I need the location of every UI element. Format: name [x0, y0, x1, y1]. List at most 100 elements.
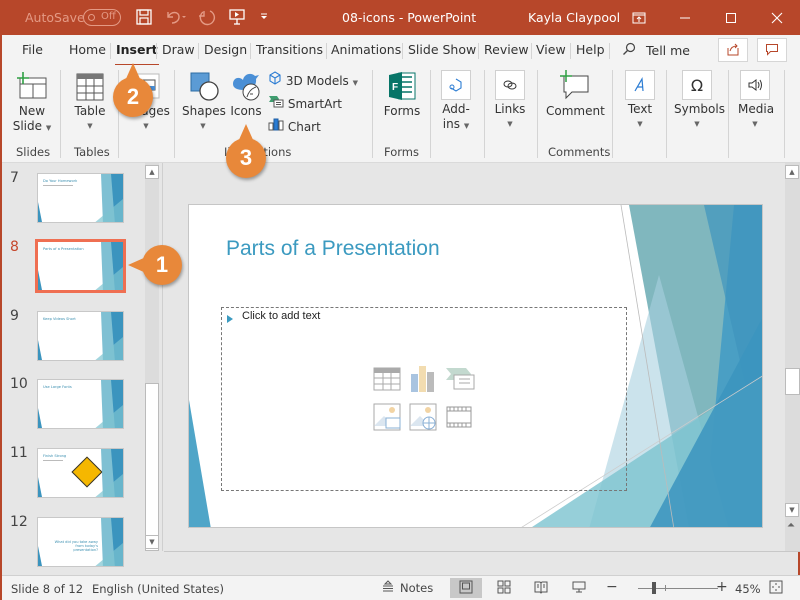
new-comment-button[interactable]: Comment	[546, 70, 605, 119]
scroll-up-arrow-icon[interactable]: ▲	[145, 165, 159, 179]
media-button[interactable]: Media ▼	[738, 70, 774, 132]
3d-models-button[interactable]: 3D Models ▼	[268, 71, 358, 91]
slide-title[interactable]: Parts of a Presentation	[226, 237, 440, 261]
slide-sorter-button[interactable]	[488, 578, 520, 598]
editor-scrollbar[interactable]: ▲ ▼ ⏶	[785, 163, 800, 551]
zoom-out-button[interactable]: −	[606, 579, 618, 595]
tab-insert[interactable]: Insert	[115, 42, 159, 67]
chart-button[interactable]: Chart	[268, 117, 321, 135]
user-name[interactable]: Kayla Claypool	[528, 10, 620, 25]
tab-home[interactable]: Home	[69, 42, 106, 57]
close-icon[interactable]	[754, 0, 800, 35]
normal-view-button[interactable]	[450, 578, 482, 598]
zoom-level[interactable]: 45%	[735, 582, 761, 596]
tab-file[interactable]: File	[22, 42, 43, 57]
previous-slide-icon[interactable]: ⏶	[787, 520, 795, 531]
slide-number: 9	[10, 308, 19, 324]
zoom-in-button[interactable]: +	[716, 579, 728, 595]
share-button[interactable]	[718, 38, 748, 62]
slide-thumbnail-7[interactable]: Do Your Homework	[37, 173, 124, 223]
slide-number: 10	[10, 376, 28, 392]
smartart-icon	[268, 96, 284, 111]
callout-2: 2	[113, 63, 153, 117]
slide-number: 11	[10, 445, 28, 461]
group-label-slides: Slides	[16, 145, 51, 159]
maximize-icon[interactable]	[708, 0, 754, 35]
tab-draw[interactable]: Draw	[162, 42, 195, 57]
document-title: 08-icons - PowerPoint	[342, 10, 477, 25]
insert-chart-icon[interactable]	[408, 364, 438, 392]
thumbnail-scrollbar[interactable]: ▲ ▼	[145, 163, 159, 551]
minimize-icon[interactable]	[662, 0, 708, 35]
slide-show-button[interactable]	[563, 578, 595, 598]
links-button[interactable]: Links ▼	[494, 70, 526, 132]
notes-icon	[382, 580, 394, 595]
scrollbar-thumb[interactable]	[145, 383, 159, 551]
callout-3: 3	[226, 124, 266, 178]
zoom-slider-thumb[interactable]	[651, 582, 656, 594]
new-slide-button[interactable]: New Slide ▼	[12, 70, 52, 136]
bullet-icon	[227, 315, 233, 323]
slide-thumbnail-11[interactable]: Finish Strong	[37, 448, 124, 498]
tab-slide-show[interactable]: Slide Show	[408, 42, 476, 57]
slide-thumbnail-12[interactable]: What did you take away from today's pres…	[37, 517, 124, 567]
editor-scrollbar-thumb[interactable]	[785, 368, 800, 395]
speaker-icon	[740, 70, 770, 100]
text-icon	[625, 70, 655, 100]
tab-animations[interactable]: Animations	[331, 42, 401, 57]
forms-button[interactable]: F Forms	[382, 70, 422, 119]
slide-thumbnail-8[interactable]: Parts of a Presentation	[35, 239, 126, 293]
redo-icon[interactable]	[198, 8, 216, 26]
slide-number: 12	[10, 514, 28, 530]
search-icon	[622, 42, 636, 59]
add-ins-button[interactable]: Add- ins ▼	[440, 70, 472, 134]
zoom-slider[interactable]	[638, 588, 718, 589]
comment-icon	[765, 41, 779, 60]
new-slide-icon	[12, 70, 52, 104]
current-slide[interactable]: Parts of a Presentation Click to add tex…	[188, 204, 763, 528]
slide-sorter-icon	[497, 580, 511, 597]
present-from-beginning-icon[interactable]	[228, 8, 246, 26]
slide-thumbnail-9[interactable]: Keep Videos Short	[37, 311, 124, 361]
powerpoint-window: AutoSave Off 08-icons - PowerPoint Kayla…	[0, 0, 800, 600]
insert-picture-icon[interactable]	[372, 402, 402, 431]
slide-number: 7	[10, 170, 19, 186]
symbols-button[interactable]: Ω Symbols ▼	[674, 70, 725, 132]
tab-help[interactable]: Help	[576, 42, 605, 57]
tab-review[interactable]: Review	[484, 42, 529, 57]
comments-button[interactable]	[757, 38, 787, 62]
chart-icon	[268, 118, 284, 134]
smartart-button[interactable]: SmartArt	[268, 94, 342, 112]
scroll-down-arrow-icon[interactable]: ▼	[785, 503, 799, 517]
scroll-down-arrow-icon[interactable]: ▼	[145, 535, 159, 549]
ribbon-display-options-icon[interactable]	[616, 0, 662, 35]
tab-design[interactable]: Design	[204, 42, 247, 57]
slide-indicator: Slide 8 of 12	[11, 582, 84, 596]
icons-button[interactable]: Icons	[228, 70, 264, 119]
share-icon	[726, 41, 740, 60]
customize-qat-icon[interactable]	[259, 11, 277, 29]
save-icon[interactable]	[135, 8, 153, 26]
tab-view[interactable]: View	[536, 42, 566, 57]
undo-icon[interactable]	[164, 8, 186, 26]
table-button[interactable]: Table ▼	[72, 70, 108, 134]
reading-view-button[interactable]	[525, 578, 557, 598]
slide-thumbnail-10[interactable]: Use Large Fonts	[37, 379, 124, 429]
insert-smartart-icon[interactable]	[444, 366, 475, 392]
notes-button[interactable]: Notes	[382, 580, 433, 595]
add-ins-icon	[441, 70, 471, 100]
insert-video-icon[interactable]	[444, 404, 474, 430]
insert-table-icon[interactable]	[372, 366, 402, 392]
tab-transitions[interactable]: Transitions	[256, 42, 323, 57]
content-placeholder[interactable]: Click to add text	[221, 307, 627, 491]
autosave-toggle[interactable]: Off	[83, 9, 121, 26]
fit-to-window-button[interactable]	[764, 578, 788, 598]
shapes-button[interactable]: Shapes ▼	[182, 70, 226, 134]
tell-me-search[interactable]: Tell me	[622, 42, 690, 59]
icons-icon	[228, 70, 264, 104]
insert-online-picture-icon[interactable]	[408, 402, 438, 431]
text-button[interactable]: Text ▼	[624, 70, 656, 132]
language-indicator[interactable]: English (United States)	[92, 582, 224, 596]
scroll-up-arrow-icon[interactable]: ▲	[785, 165, 799, 179]
link-icon	[495, 70, 525, 100]
